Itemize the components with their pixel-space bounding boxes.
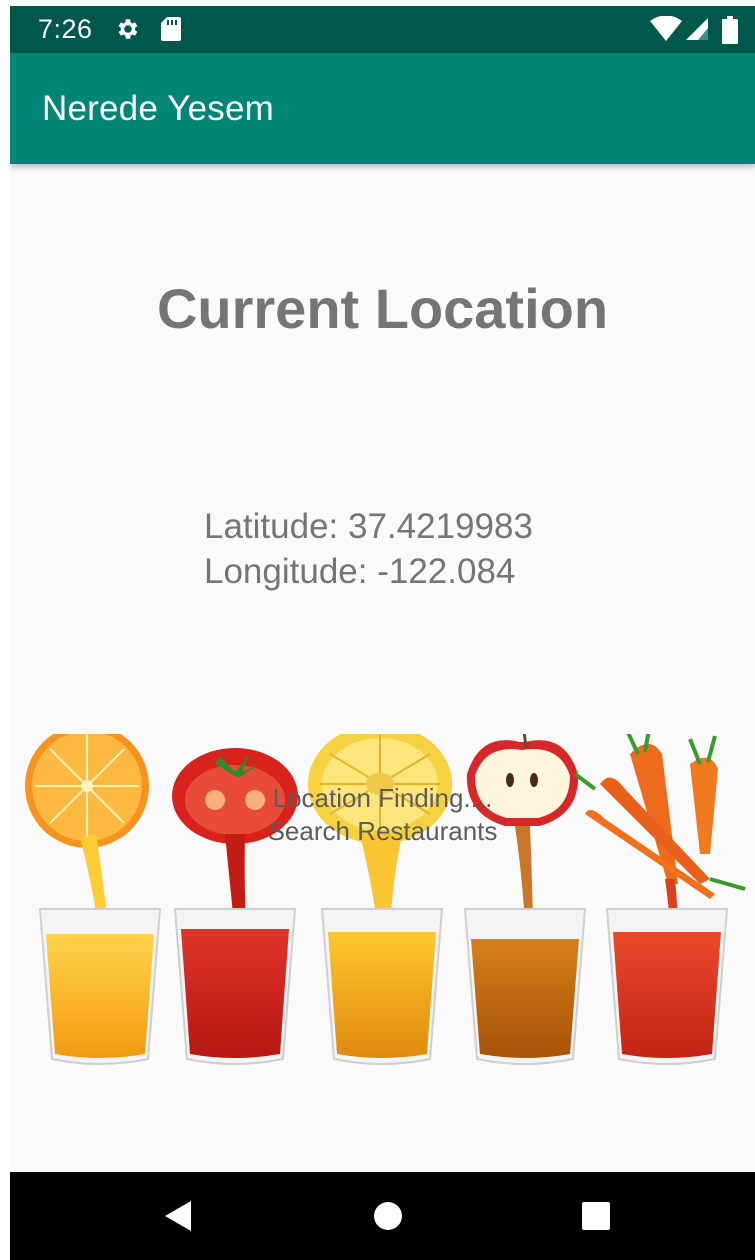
recents-button[interactable]: [556, 1172, 636, 1260]
location-finding-text: Location Finding....: [272, 783, 493, 813]
sd-card-icon: [160, 16, 182, 47]
app-title: Nerede Yesem: [42, 89, 275, 128]
longitude-text: Longitude: -122.084: [204, 552, 516, 591]
battery-icon: [722, 16, 738, 49]
back-button[interactable]: [138, 1172, 218, 1260]
recents-icon: [582, 1202, 610, 1230]
signal-icon: [684, 16, 710, 47]
main-content: Current Location Latitude: 37.4219983 Lo…: [10, 164, 755, 1172]
gear-icon: [114, 16, 140, 47]
search-restaurants-text: Search Restaurants: [267, 816, 498, 846]
home-icon: [374, 1202, 402, 1230]
wifi-icon: [650, 15, 682, 47]
back-icon: [165, 1201, 191, 1231]
navigation-bar: [10, 1172, 755, 1260]
status-bar: 7:26: [10, 6, 755, 53]
phone-screen: 7:26 Nerede Yesem Current Location Latit…: [10, 6, 755, 1260]
home-button[interactable]: [348, 1172, 428, 1260]
app-bar: Nerede Yesem: [10, 53, 755, 164]
latitude-text: Latitude: 37.4219983: [204, 507, 533, 546]
coordinates-block: Latitude: 37.4219983 Longitude: -122.084: [204, 504, 533, 594]
page-title: Current Location: [156, 277, 609, 340]
status-time: 7:26: [38, 14, 93, 44]
status-text: Location Finding.... Search Restaurants: [10, 782, 755, 848]
